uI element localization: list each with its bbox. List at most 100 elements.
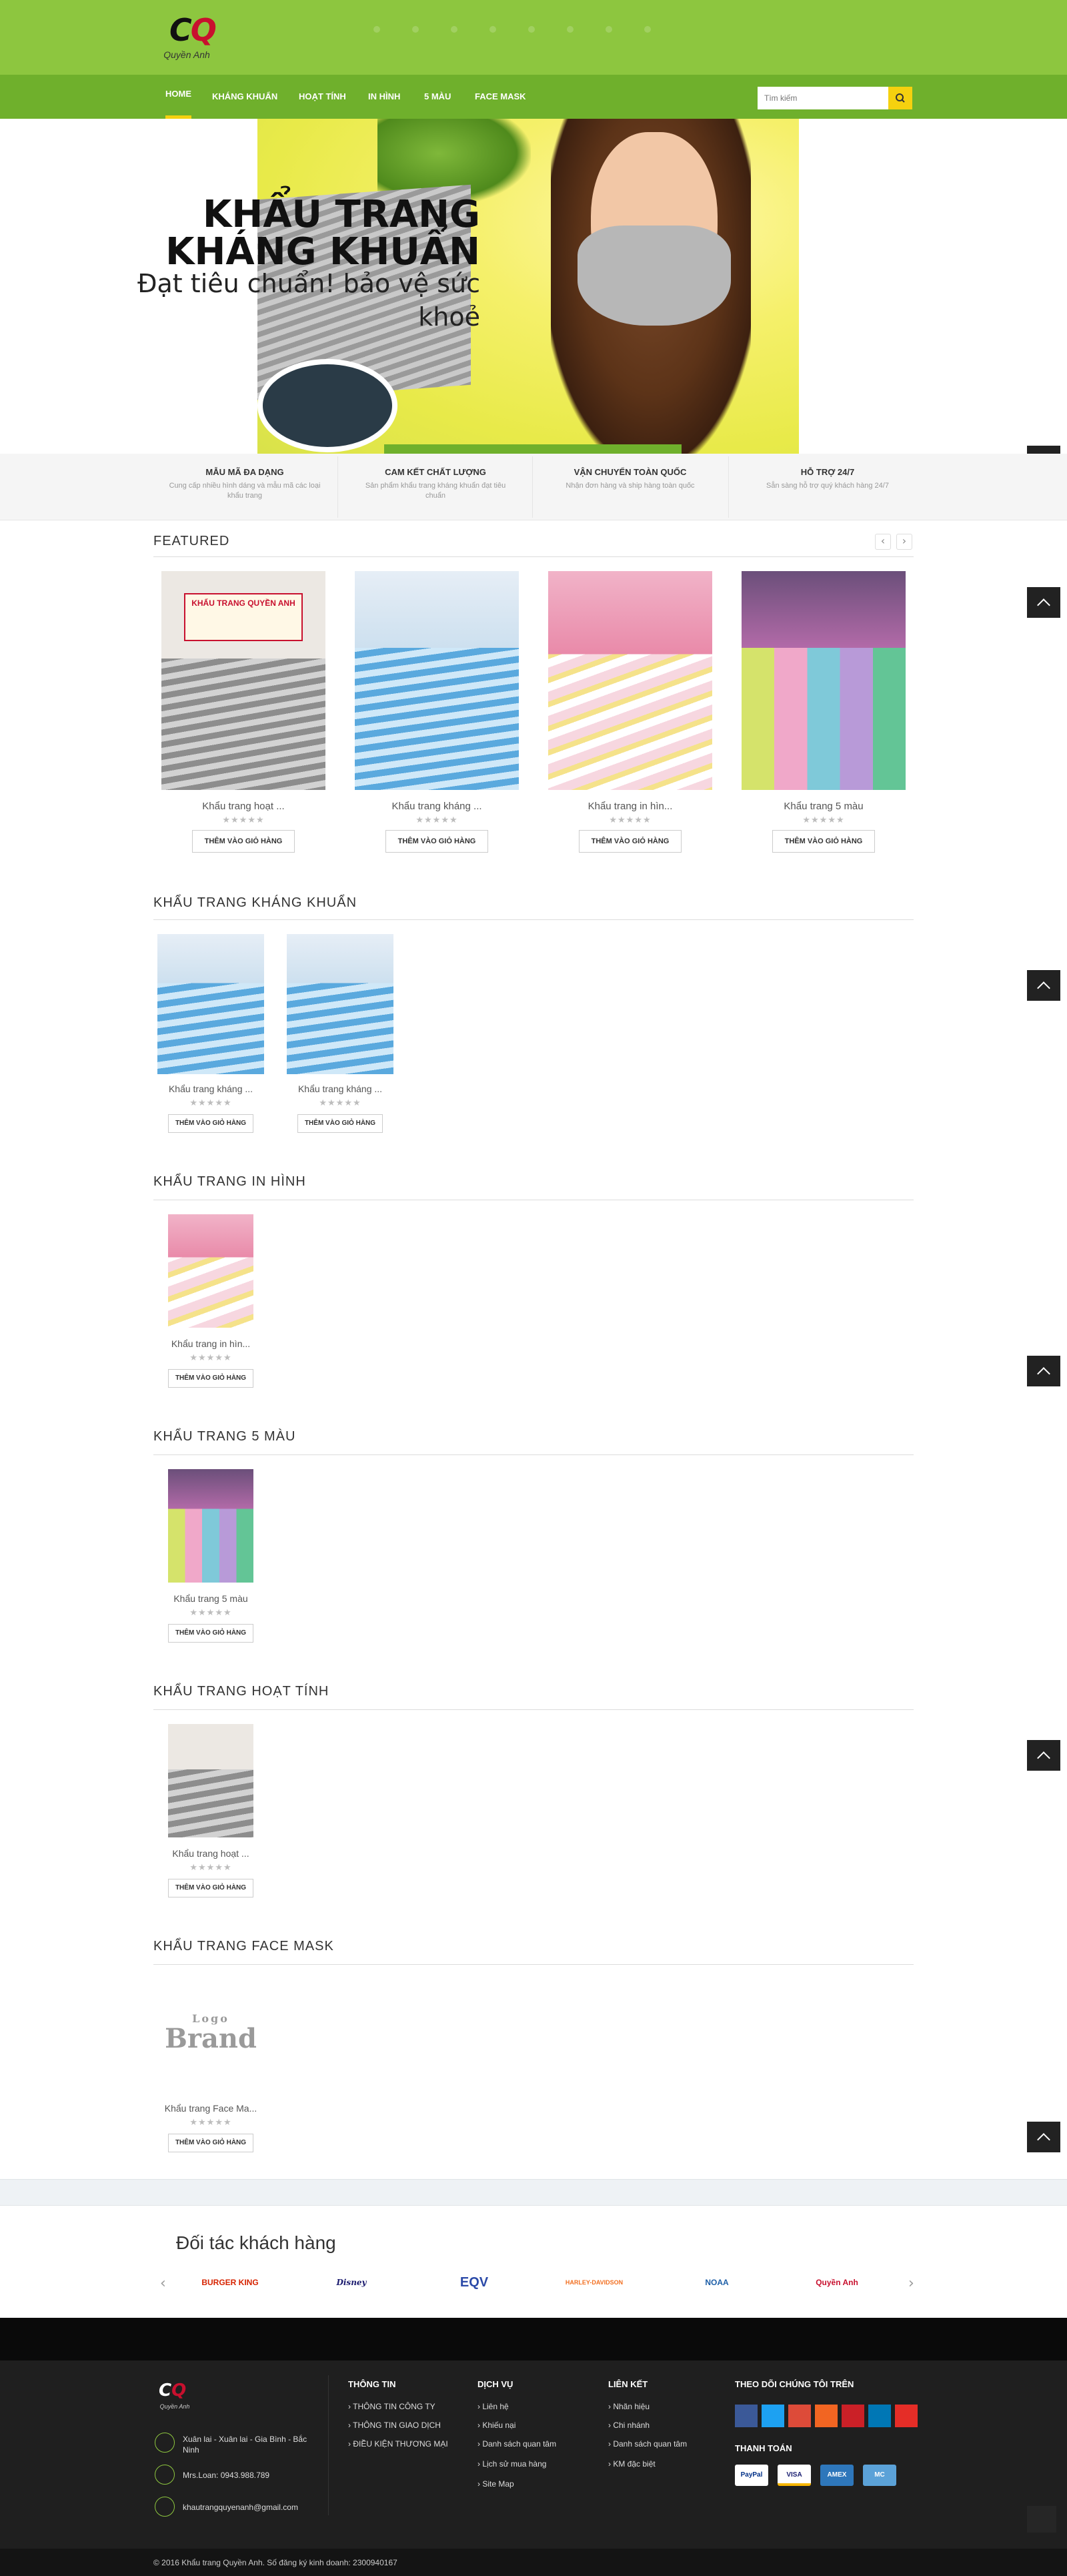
site-logo[interactable]: CQ Quyền Anh (155, 9, 217, 63)
twitter-icon[interactable] (762, 2405, 784, 2427)
nav-item-khang-khuan[interactable]: KHÁNG KHUẨN (212, 75, 277, 119)
footer-link[interactable]: › Lịch sử mua hàng (477, 2459, 546, 2469)
footer-link[interactable]: › Chi nhánh (608, 2421, 650, 2430)
partner-logo-burger-king[interactable]: BURGER KING (200, 2267, 260, 2298)
footer-payment-title: THANH TOÁN (735, 2443, 792, 2453)
product-name[interactable]: Khẩu trang kháng ... (287, 1084, 393, 1094)
divider-band (0, 2179, 1067, 2206)
product-name[interactable]: Khẩu trang kháng ... (157, 1084, 264, 1094)
add-to-cart-button[interactable]: THÊM VÀO GIỎ HÀNG (168, 1114, 253, 1133)
visa-icon: VISA (778, 2465, 811, 2486)
nav-item-face-mask[interactable]: FACE MASK (475, 75, 526, 119)
divider (328, 2375, 329, 2515)
product-image[interactable] (157, 934, 264, 1074)
partner-logo-quyen-anh[interactable]: Quyền Anh (807, 2267, 867, 2298)
product-name[interactable]: Khẩu trang 5 màu (157, 1593, 264, 1604)
footer-link[interactable]: › THÔNG TIN CÔNG TY (348, 2402, 435, 2411)
facebook-icon[interactable] (735, 2405, 758, 2427)
nav-item-home[interactable]: HOME (165, 75, 191, 119)
search-icon (896, 93, 905, 103)
footer-email[interactable]: khautrangquyenanh@gmail.com (183, 2502, 298, 2513)
product-image[interactable] (168, 1214, 253, 1328)
product-image[interactable] (168, 1724, 253, 1837)
product-name[interactable]: Khẩu trang kháng ... (355, 801, 519, 812)
scroll-top-button[interactable] (1027, 1740, 1060, 1771)
add-to-cart-button[interactable]: THÊM VÀO GIỎ HÀNG (579, 830, 682, 853)
partners-prev-button[interactable]: ‹ (160, 2275, 166, 2292)
footer-link[interactable]: › KM đặc biệt (608, 2459, 656, 2469)
product-image-placeholder[interactable]: Logo Brand (157, 1979, 264, 2092)
product-image[interactable]: KHẨU TRANG QUYỀN ANH (161, 571, 325, 790)
scroll-top-button[interactable] (1027, 1356, 1060, 1386)
nav-item-in-hinh[interactable]: IN HÌNH (368, 75, 400, 119)
section-title-in-hinh: KHẨU TRANG IN HÌNH (153, 1174, 306, 1189)
feature-item: VẬN CHUYỂN TOÀN QUỐC Nhận đơn hàng và sh… (566, 467, 695, 490)
divider (153, 919, 914, 920)
product-name[interactable]: Khẩu trang in hìn... (157, 1338, 264, 1349)
add-to-cart-button[interactable]: THÊM VÀO GIỎ HÀNG (168, 1879, 253, 1897)
partner-logo-noaa[interactable]: NOAA (687, 2267, 747, 2298)
scroll-top-button[interactable] (1027, 587, 1060, 618)
nav-item-5-mau[interactable]: 5 MÀU (424, 75, 451, 119)
partners-title: Đối tác khách hàng (176, 2232, 336, 2253)
product-name[interactable]: Khẩu trang 5 màu (742, 801, 906, 812)
section-title-face-mask: KHẨU TRANG FACE MASK (153, 1939, 334, 1954)
rss-icon[interactable] (815, 2405, 838, 2427)
back-to-top-button[interactable] (1027, 2506, 1056, 2533)
phone-icon (155, 2465, 175, 2485)
partner-logo-eqv[interactable]: EQV (444, 2267, 504, 2298)
footer-link[interactable]: › Liên hệ (477, 2402, 509, 2411)
footer-link[interactable]: › Danh sách quan tâm (477, 2439, 556, 2449)
scroll-top-button[interactable] (1027, 2122, 1060, 2152)
search-input[interactable] (758, 87, 888, 109)
copyright-text: © 2016 Khẩu trang Quyền Anh. Số đăng ký … (153, 2558, 397, 2567)
search-button[interactable] (888, 87, 912, 109)
product-image[interactable] (742, 571, 906, 790)
footer-link[interactable]: › Site Map (477, 2479, 514, 2489)
footer-logo[interactable]: CQ Quyền Anh (155, 2381, 195, 2414)
product-name[interactable]: Khẩu trang hoạt ... (157, 1848, 264, 1859)
footer-link[interactable]: › Khiếu nại (477, 2421, 515, 2430)
product-image[interactable] (355, 571, 519, 790)
decorative-dots (373, 24, 694, 33)
add-to-cart-button[interactable]: THÊM VÀO GIỎ HÀNG (385, 830, 488, 853)
product-image[interactable] (287, 934, 393, 1074)
rating-stars: ★★★★★ (222, 815, 265, 825)
add-to-cart-button[interactable]: THÊM VÀO GIỎ HÀNG (168, 1369, 253, 1388)
header-top: CQ Quyền Anh (0, 0, 1067, 75)
partners-next-button[interactable]: › (908, 2275, 914, 2292)
partner-logo-harley-davidson[interactable]: HARLEY-DAVIDSON (564, 2267, 624, 2298)
rating-stars: ★★★★★ (189, 1863, 232, 1873)
add-to-cart-button[interactable]: THÊM VÀO GIỎ HÀNG (192, 830, 295, 853)
hero-banner[interactable]: KHẨU TRANG KHÁNG KHUẨN Đạt tiêu chuẩn! b… (0, 119, 1067, 454)
divider (153, 1964, 914, 1965)
pinterest-icon[interactable] (842, 2405, 864, 2427)
add-to-cart-button[interactable]: THÊM VÀO GIỎ HÀNG (297, 1114, 383, 1133)
rating-stars: ★★★★★ (189, 1098, 232, 1108)
partner-logo-disney[interactable]: Disney (321, 2267, 381, 2298)
location-icon (155, 2433, 175, 2453)
feature-item: HỖ TRỢ 24/7 Sẵn sàng hỗ trợ quý khách hà… (766, 467, 889, 490)
carousel-next-button[interactable]: › (896, 534, 912, 550)
add-to-cart-button[interactable]: THÊM VÀO GIỎ HÀNG (168, 2134, 253, 2152)
footer-link[interactable]: › ĐIỀU KIỆN THƯƠNG MẠI (348, 2439, 448, 2449)
product-name[interactable]: Khẩu trang hoạt ... (161, 801, 325, 812)
google-plus-icon[interactable] (788, 2405, 811, 2427)
carousel-prev-button[interactable]: ‹ (875, 534, 891, 550)
linkedin-icon[interactable] (868, 2405, 891, 2427)
product-image[interactable] (548, 571, 712, 790)
add-to-cart-button[interactable]: THÊM VÀO GIỎ HÀNG (772, 830, 875, 853)
footer-link[interactable]: › THÔNG TIN GIAO DỊCH (348, 2421, 441, 2430)
scroll-top-button[interactable] (1027, 970, 1060, 1001)
footer-col-title-lien-ket: LIÊN KẾT (608, 2379, 648, 2389)
add-to-cart-button[interactable]: THÊM VÀO GIỎ HÀNG (168, 1624, 253, 1643)
rating-stars: ★★★★★ (189, 1608, 232, 1618)
footer-link[interactable]: › Danh sách quan tâm (608, 2439, 687, 2449)
nav-item-hoat-tinh[interactable]: HOẠT TÍNH (299, 75, 346, 119)
product-image[interactable] (168, 1469, 253, 1583)
section-title-featured: FEATURED (153, 534, 230, 548)
footer-link[interactable]: › Nhãn hiệu (608, 2402, 650, 2411)
youtube-icon[interactable] (895, 2405, 918, 2427)
product-name[interactable]: Khẩu trang in hìn... (548, 801, 712, 812)
product-name[interactable]: Khẩu trang Face Ma... (151, 2103, 271, 2114)
